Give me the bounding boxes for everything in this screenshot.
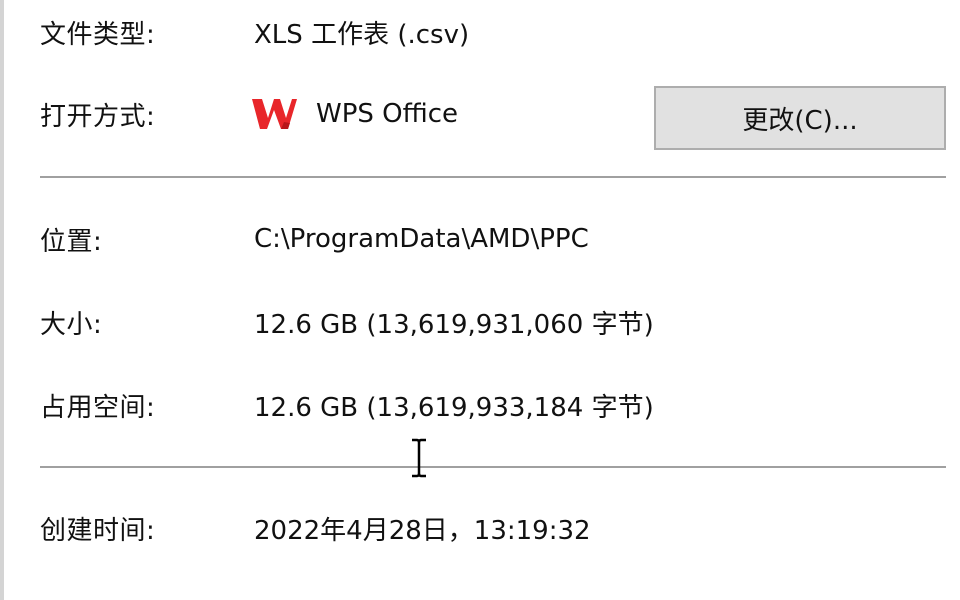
window-left-border [0, 0, 4, 600]
location-row: 位置: C:\ProgramData\AMD\PPC [40, 215, 940, 263]
size-value: 12.6 GB (13,619,931,060 字节) [254, 309, 654, 340]
opens-with-app: WPS Office [252, 95, 459, 133]
size-on-disk-row: 占用空间: 12.6 GB (13,619,933,184 字节) [40, 381, 940, 429]
created-value: 2022年4月28日，13:19:32 [254, 515, 591, 546]
size-row: 大小: 12.6 GB (13,619,931,060 字节) [40, 298, 940, 346]
size-on-disk-label: 占用空间: [40, 392, 156, 423]
opens-with-app-name: WPS Office [316, 99, 459, 129]
file-type-value: XLS 工作表 (.csv) [254, 19, 470, 50]
created-row: 创建时间: 2022年4月28日，13:19:32 [40, 504, 940, 552]
opens-with-label: 打开方式: [40, 101, 156, 132]
separator [40, 176, 946, 178]
size-label: 大小: [40, 309, 103, 340]
separator [40, 466, 946, 468]
location-label: 位置: [40, 226, 103, 257]
file-type-label: 文件类型: [40, 19, 156, 50]
wps-office-icon [250, 95, 298, 133]
file-type-row: 文件类型: XLS 工作表 (.csv) [40, 8, 940, 56]
location-value: C:\ProgramData\AMD\PPC [254, 224, 589, 254]
size-on-disk-value: 12.6 GB (13,619,933,184 字节) [254, 392, 654, 423]
text-cursor-icon [412, 438, 426, 478]
created-label: 创建时间: [40, 515, 156, 546]
change-opens-with-button[interactable]: 更改(C)... [654, 86, 946, 150]
